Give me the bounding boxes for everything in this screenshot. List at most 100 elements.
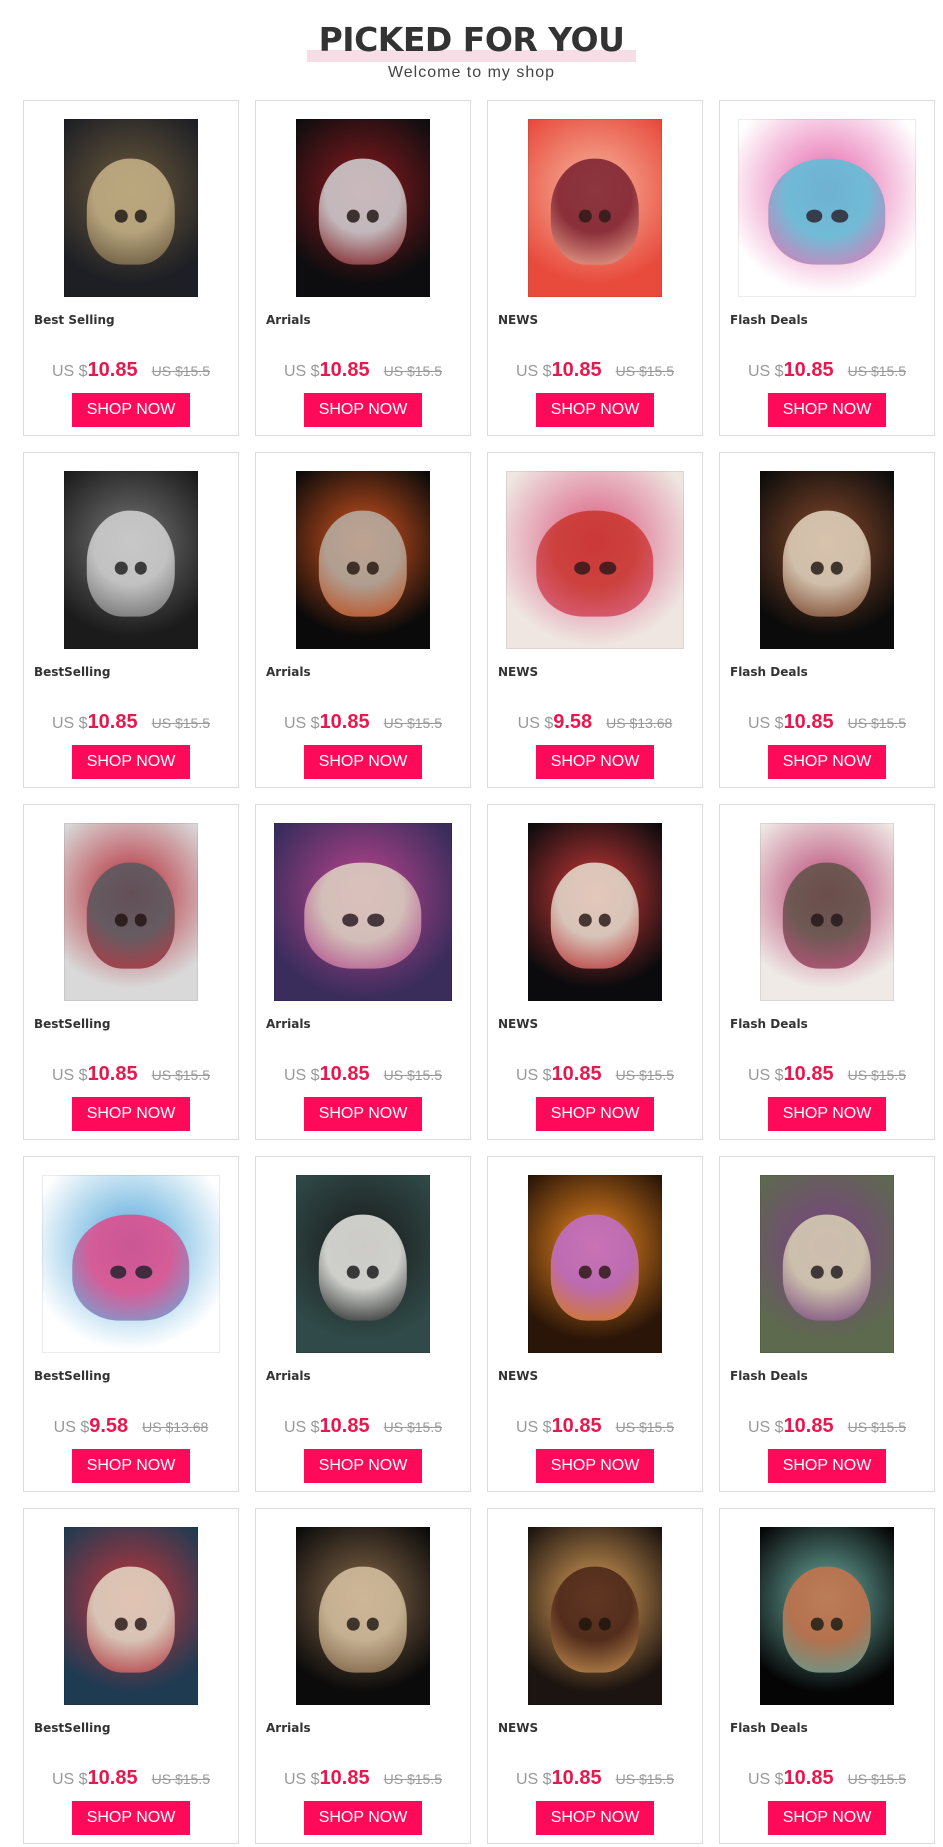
- shop-now-button[interactable]: SHOP NOW: [72, 393, 190, 427]
- product-image-frame[interactable]: [720, 471, 934, 649]
- product-image-frame[interactable]: [256, 823, 470, 1001]
- shop-now-button[interactable]: SHOP NOW: [536, 1801, 654, 1835]
- product-label[interactable]: NEWS: [498, 665, 538, 679]
- product-image-frame[interactable]: [24, 823, 238, 1001]
- product-image-frame[interactable]: [488, 823, 702, 1001]
- product-label[interactable]: BestSelling: [34, 1017, 110, 1031]
- product-image[interactable]: [528, 119, 662, 297]
- product-label[interactable]: NEWS: [498, 1721, 538, 1735]
- product-image-frame[interactable]: [488, 119, 702, 297]
- product-card[interactable]: Best Selling US $10.85 US $15.5 SHOP NOW: [23, 100, 239, 436]
- product-card[interactable]: NEWS US $10.85 US $15.5 SHOP NOW: [487, 100, 703, 436]
- product-image[interactable]: [296, 119, 430, 297]
- product-image[interactable]: [760, 1175, 894, 1353]
- product-image[interactable]: [64, 823, 198, 1001]
- product-label[interactable]: NEWS: [498, 1017, 538, 1031]
- product-card[interactable]: Flash Deals US $10.85 US $15.5 SHOP NOW: [719, 804, 935, 1140]
- shop-now-button[interactable]: SHOP NOW: [768, 393, 886, 427]
- shop-now-button[interactable]: SHOP NOW: [72, 1097, 190, 1131]
- shop-now-button[interactable]: SHOP NOW: [72, 745, 190, 779]
- product-label[interactable]: Best Selling: [34, 313, 115, 327]
- shop-now-button[interactable]: SHOP NOW: [304, 1449, 422, 1483]
- product-image[interactable]: [528, 1175, 662, 1353]
- product-image-frame[interactable]: [488, 471, 702, 649]
- product-label[interactable]: BestSelling: [34, 665, 110, 679]
- shop-now-button[interactable]: SHOP NOW: [304, 393, 422, 427]
- product-image-frame[interactable]: [24, 471, 238, 649]
- product-image[interactable]: [738, 119, 916, 297]
- shop-now-button[interactable]: SHOP NOW: [768, 1449, 886, 1483]
- product-card[interactable]: Flash Deals US $10.85 US $15.5 SHOP NOW: [719, 452, 935, 788]
- product-image[interactable]: [760, 823, 894, 1001]
- product-image[interactable]: [760, 471, 894, 649]
- shop-now-button[interactable]: SHOP NOW: [304, 1801, 422, 1835]
- product-image-frame[interactable]: [488, 1175, 702, 1353]
- product-card[interactable]: Flash Deals US $10.85 US $15.5 SHOP NOW: [719, 1156, 935, 1492]
- product-image[interactable]: [64, 1527, 198, 1705]
- shop-now-button[interactable]: SHOP NOW: [768, 1801, 886, 1835]
- product-card[interactable]: BestSelling US $10.85 US $15.5 SHOP NOW: [23, 804, 239, 1140]
- product-label[interactable]: Arrials: [266, 313, 311, 327]
- product-card[interactable]: Flash Deals US $10.85 US $15.5 SHOP NOW: [719, 1508, 935, 1844]
- product-image[interactable]: [42, 1175, 220, 1353]
- product-card[interactable]: NEWS US $10.85 US $15.5 SHOP NOW: [487, 1156, 703, 1492]
- product-card[interactable]: Arrials US $10.85 US $15.5 SHOP NOW: [255, 100, 471, 436]
- product-label[interactable]: BestSelling: [34, 1721, 110, 1735]
- product-image-frame[interactable]: [256, 1175, 470, 1353]
- shop-now-button[interactable]: SHOP NOW: [304, 1097, 422, 1131]
- product-label[interactable]: Flash Deals: [730, 665, 808, 679]
- product-card[interactable]: Flash Deals US $10.85 US $15.5 SHOP NOW: [719, 100, 935, 436]
- product-image[interactable]: [528, 823, 662, 1001]
- product-image[interactable]: [296, 471, 430, 649]
- product-image-frame[interactable]: [256, 119, 470, 297]
- shop-now-button[interactable]: SHOP NOW: [72, 1449, 190, 1483]
- product-card[interactable]: Arrials US $10.85 US $15.5 SHOP NOW: [255, 804, 471, 1140]
- product-image-frame[interactable]: [24, 1175, 238, 1353]
- product-image-frame[interactable]: [488, 1527, 702, 1705]
- product-image[interactable]: [64, 119, 198, 297]
- product-label[interactable]: Arrials: [266, 1017, 311, 1031]
- shop-now-button[interactable]: SHOP NOW: [72, 1801, 190, 1835]
- product-image-frame[interactable]: [24, 1527, 238, 1705]
- product-label[interactable]: BestSelling: [34, 1369, 110, 1383]
- shop-now-button[interactable]: SHOP NOW: [768, 1097, 886, 1131]
- product-label[interactable]: NEWS: [498, 313, 538, 327]
- product-card[interactable]: NEWS US $10.85 US $15.5 SHOP NOW: [487, 1508, 703, 1844]
- shop-now-button[interactable]: SHOP NOW: [536, 1097, 654, 1131]
- product-card[interactable]: Arrials US $10.85 US $15.5 SHOP NOW: [255, 1508, 471, 1844]
- product-card[interactable]: BestSelling US $10.85 US $15.5 SHOP NOW: [23, 1508, 239, 1844]
- product-image[interactable]: [296, 1175, 430, 1353]
- product-card[interactable]: NEWS US $9.58 US $13.68 SHOP NOW: [487, 452, 703, 788]
- product-image-frame[interactable]: [720, 1527, 934, 1705]
- product-label[interactable]: Flash Deals: [730, 1017, 808, 1031]
- product-label[interactable]: Arrials: [266, 665, 311, 679]
- product-label[interactable]: NEWS: [498, 1369, 538, 1383]
- shop-now-button[interactable]: SHOP NOW: [536, 745, 654, 779]
- product-image-frame[interactable]: [720, 823, 934, 1001]
- product-image-frame[interactable]: [720, 119, 934, 297]
- product-image[interactable]: [296, 1527, 430, 1705]
- product-card[interactable]: BestSelling US $10.85 US $15.5 SHOP NOW: [23, 452, 239, 788]
- product-image-frame[interactable]: [256, 471, 470, 649]
- product-card[interactable]: Arrials US $10.85 US $15.5 SHOP NOW: [255, 1156, 471, 1492]
- product-label[interactable]: Flash Deals: [730, 1721, 808, 1735]
- shop-now-button[interactable]: SHOP NOW: [536, 393, 654, 427]
- product-image[interactable]: [760, 1527, 894, 1705]
- product-image[interactable]: [64, 471, 198, 649]
- product-image[interactable]: [528, 1527, 662, 1705]
- product-image-frame[interactable]: [24, 119, 238, 297]
- shop-now-button[interactable]: SHOP NOW: [768, 745, 886, 779]
- shop-now-button[interactable]: SHOP NOW: [304, 745, 422, 779]
- shop-now-button[interactable]: SHOP NOW: [536, 1449, 654, 1483]
- product-card[interactable]: Arrials US $10.85 US $15.5 SHOP NOW: [255, 452, 471, 788]
- product-label[interactable]: Arrials: [266, 1369, 311, 1383]
- product-card[interactable]: NEWS US $10.85 US $15.5 SHOP NOW: [487, 804, 703, 1140]
- product-label[interactable]: Flash Deals: [730, 1369, 808, 1383]
- product-label[interactable]: Arrials: [266, 1721, 311, 1735]
- product-image-frame[interactable]: [720, 1175, 934, 1353]
- product-image[interactable]: [274, 823, 452, 1001]
- product-image-frame[interactable]: [256, 1527, 470, 1705]
- product-card[interactable]: BestSelling US $9.58 US $13.68 SHOP NOW: [23, 1156, 239, 1492]
- product-image[interactable]: [506, 471, 684, 649]
- product-label[interactable]: Flash Deals: [730, 313, 808, 327]
